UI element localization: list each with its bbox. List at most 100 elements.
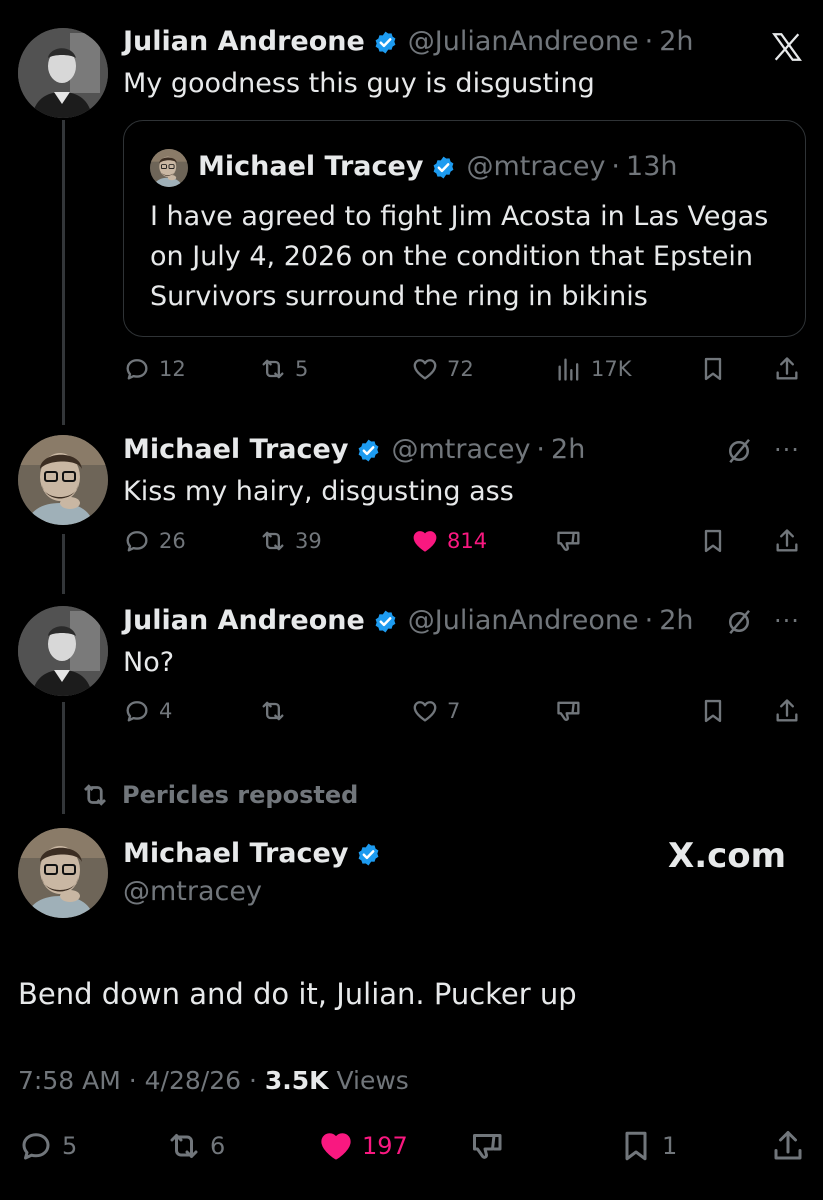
reply-count: 26 [159,529,186,553]
more-icon[interactable]: ··· [774,607,800,635]
author-handle[interactable]: @mtracey [391,434,530,466]
repost-icon [259,355,287,383]
grok-icon[interactable] [724,607,754,637]
dislike-icon [555,527,583,555]
bookmark-button[interactable] [699,527,727,555]
author-name[interactable]: Michael Tracey [123,434,348,466]
repost-button[interactable]: 5 [259,355,308,383]
separator: · [536,434,546,465]
share-icon [773,355,801,383]
timestamp: 13h [626,151,678,182]
views-label: Views [336,1066,409,1095]
author-handle[interactable]: @mtracey [123,876,262,908]
views-count: 3.5K [264,1066,329,1095]
dislike-icon [555,697,583,725]
heart-icon [318,1128,354,1164]
author-name[interactable]: Michael Tracey [123,838,348,870]
bookmark-button[interactable]: 1 [618,1128,677,1164]
author-name[interactable]: Julian Andreone [123,26,365,58]
tweet-date[interactable]: 4/28/26 [145,1066,241,1095]
quote-header: Michael Tracey @mtracey · 13h [198,151,677,183]
avatar[interactable] [18,435,108,525]
like-count: 7 [447,699,461,723]
verified-badge-icon [356,438,381,463]
repost-icon [259,697,287,725]
reply-button[interactable]: 12 [123,355,186,383]
tweet-header: Michael Tracey @mtracey · 2h [123,434,585,466]
like-button[interactable]: 72 [411,355,474,383]
author-handle[interactable]: @JulianAndreone [408,605,639,637]
repost-count: 5 [295,357,309,381]
repost-button[interactable]: 39 [259,527,322,555]
thread-line [62,534,65,594]
quoted-tweet[interactable]: Michael Tracey @mtracey · 13h I have agr… [123,120,806,337]
thread-line [62,120,65,425]
heart-icon [411,697,439,725]
share-icon [773,697,801,725]
tweet-header: Michael Tracey [123,838,391,870]
tweet-header: Julian Andreone @JulianAndreone · 2h [123,605,694,637]
share-button[interactable] [773,697,801,725]
more-icon[interactable]: ··· [774,436,800,464]
verified-badge-icon [431,155,456,180]
thread-line [62,702,65,814]
x-logo-icon[interactable] [770,30,804,64]
repost-icon [259,527,287,555]
repost-icon [166,1128,202,1164]
like-count: 814 [447,529,488,553]
share-button[interactable] [770,1128,806,1164]
dislike-button[interactable] [470,1128,506,1164]
views-count: 17K [591,357,632,381]
dislike-button[interactable] [555,527,583,555]
avatar[interactable] [18,28,108,118]
separator: · [128,1066,137,1095]
repost-context[interactable]: Pericles reposted [80,780,358,810]
action-bar: 5 6 197 1 [18,1128,808,1160]
bookmark-icon [618,1128,654,1164]
reply-button[interactable]: 26 [123,527,186,555]
repost-button[interactable] [259,697,295,725]
verified-badge-icon [373,609,398,634]
brand-watermark: X.com [668,836,787,876]
dislike-button[interactable] [555,697,583,725]
verified-badge-icon [356,842,381,867]
bookmark-icon [699,355,727,383]
reply-button[interactable]: 5 [18,1128,77,1164]
grok-icon[interactable] [724,436,754,466]
separator: · [644,26,654,57]
views-button[interactable]: 17K [555,355,632,383]
author-handle[interactable]: @JulianAndreone [408,26,639,58]
share-icon [773,527,801,555]
reply-button[interactable]: 4 [123,697,172,725]
like-button[interactable]: 197 [318,1128,408,1164]
reply-count: 4 [159,699,173,723]
tweet-time[interactable]: 7:58 AM [18,1066,121,1095]
like-count: 72 [447,357,474,381]
repost-button[interactable]: 6 [166,1128,225,1164]
avatar[interactable] [18,606,108,696]
quote-text-line: Survivors surround the ring in bikinis [150,281,648,312]
like-button[interactable]: 814 [411,527,487,555]
repost-label: Pericles reposted [122,781,359,809]
heart-icon [411,355,439,383]
repost-count: 39 [295,529,322,553]
author-handle: @mtracey [466,151,606,182]
separator: · [611,151,621,182]
bookmark-icon [699,527,727,555]
tweet-text: My goodness this guy is disgusting [123,68,595,99]
bookmark-count: 1 [662,1132,678,1160]
tweet-text: Bend down and do it, Julian. Pucker up [18,977,577,1011]
share-button[interactable] [773,355,801,383]
dislike-icon [470,1128,506,1164]
bookmark-button[interactable] [699,355,727,383]
timestamp[interactable]: 2h [659,605,693,637]
bookmark-icon [699,697,727,725]
share-button[interactable] [773,527,801,555]
avatar[interactable] [18,828,108,918]
author-name[interactable]: Julian Andreone [123,605,365,637]
like-button[interactable]: 7 [411,697,460,725]
author-name: Michael Tracey [198,151,424,182]
timestamp[interactable]: 2h [659,26,693,58]
bookmark-button[interactable] [699,697,727,725]
timestamp[interactable]: 2h [551,434,585,466]
